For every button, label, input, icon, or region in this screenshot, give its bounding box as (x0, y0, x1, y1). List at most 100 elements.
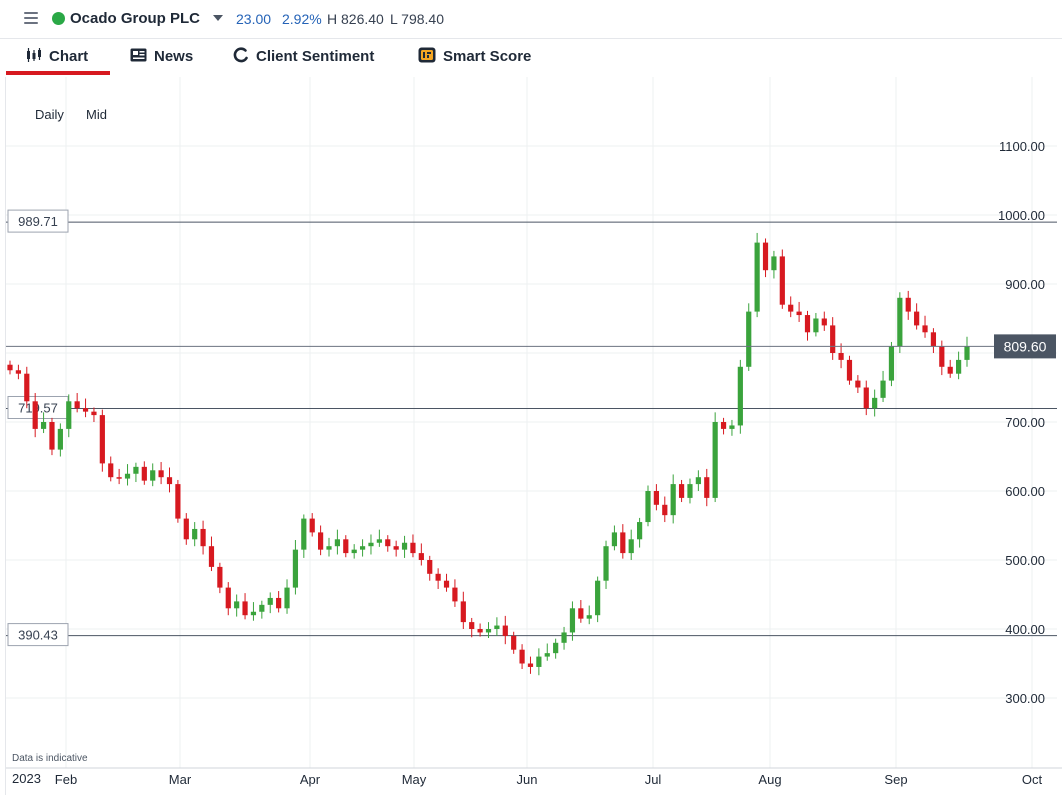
candle-down (385, 539, 391, 547)
candle-up (57, 428, 63, 450)
candle-down (678, 484, 685, 498)
interval-selector[interactable]: Daily (35, 107, 64, 122)
candle-up (695, 477, 701, 485)
candle-up (326, 546, 332, 550)
candle-up (872, 397, 878, 409)
candle-up (645, 491, 651, 523)
candle-up (485, 629, 492, 633)
candle-up (376, 539, 382, 543)
price-level-label: 390.43 (18, 628, 58, 643)
candle-down (343, 539, 349, 554)
candle-down (720, 422, 727, 429)
price-level-label: 719.57 (18, 400, 58, 415)
price-type-selector[interactable]: Mid (86, 107, 107, 122)
candle-up (956, 359, 962, 374)
candle-up (687, 484, 693, 498)
candle-down (914, 311, 920, 326)
candle-down (158, 470, 164, 478)
candle-down (762, 242, 769, 271)
candle-up (368, 542, 374, 547)
candle-down (939, 346, 945, 367)
candle-down (427, 560, 433, 574)
candle-down (830, 325, 836, 353)
candle-down (217, 566, 223, 588)
candle-down (166, 477, 173, 485)
candle-up (292, 549, 299, 588)
candle-down (74, 401, 80, 409)
candle-down (309, 518, 315, 533)
candle-down (846, 359, 853, 381)
candle-up (628, 539, 634, 554)
candle-up (284, 587, 290, 609)
candle-down (662, 504, 668, 516)
candle-down (855, 380, 861, 388)
candle-down (410, 542, 416, 554)
y-tick-label: 400.00 (1005, 622, 1045, 637)
candle-down (779, 256, 785, 305)
candle-up (250, 611, 257, 616)
candle-down (821, 318, 827, 326)
candle-down (175, 484, 181, 519)
candle-up (813, 318, 819, 333)
candle-down (82, 408, 89, 412)
candle-up (494, 625, 500, 629)
candle-up (888, 346, 895, 381)
candle-down (863, 387, 869, 409)
candle-down (947, 366, 953, 374)
candle-down (477, 629, 483, 633)
candle-up (729, 425, 735, 429)
candle-down (200, 528, 206, 547)
candle-up (637, 522, 643, 540)
x-tick-label: Feb (55, 772, 77, 787)
candle-down (804, 315, 811, 333)
candle-up (737, 366, 743, 426)
candle-down (620, 532, 626, 554)
candle-up (595, 580, 601, 616)
candle-down (922, 325, 928, 333)
candle-up (133, 466, 139, 474)
candle-up (670, 484, 676, 516)
x-tick-label: Aug (758, 772, 781, 787)
y-tick-label: 500.00 (1005, 553, 1045, 568)
candle-up (40, 422, 47, 429)
candle-up (712, 422, 718, 498)
candle-down (141, 466, 147, 481)
x-tick-label: Apr (300, 772, 321, 787)
candle-down (788, 304, 794, 312)
candle-up (586, 615, 592, 619)
candle-down (116, 477, 122, 479)
y-tick-label: 700.00 (1005, 415, 1045, 430)
candle-up (746, 311, 752, 367)
candle-up (401, 542, 408, 550)
candle-down (527, 663, 534, 667)
candle-down (435, 573, 441, 581)
candle-down (24, 373, 30, 402)
year-label: 2023 (12, 771, 41, 786)
candle-down (653, 491, 659, 505)
candle-down (32, 401, 38, 429)
candle-down (208, 546, 215, 567)
candle-up (192, 528, 198, 540)
candle-down (930, 332, 937, 347)
candle-down (49, 422, 55, 450)
candle-up (561, 632, 567, 643)
candle-up (880, 380, 886, 398)
candle-up (544, 653, 550, 657)
price-chart[interactable]: 1100.001000.00900.00800.00700.00600.0050… (0, 0, 1062, 795)
candle-up (553, 642, 559, 654)
candle-up (536, 656, 542, 667)
candle-up (359, 546, 366, 550)
price-level-label: 989.71 (18, 214, 58, 229)
y-tick-label: 900.00 (1005, 277, 1045, 292)
candle-up (66, 401, 72, 429)
candle-up (611, 532, 618, 547)
candle-up (603, 546, 609, 581)
candle-up (334, 539, 340, 547)
candle-down (460, 601, 466, 623)
candle-down (7, 364, 13, 371)
candle-down (15, 370, 21, 374)
candle-up (301, 518, 307, 550)
candle-down (418, 553, 424, 560)
candle-down (704, 477, 710, 498)
candle-up (150, 470, 156, 481)
